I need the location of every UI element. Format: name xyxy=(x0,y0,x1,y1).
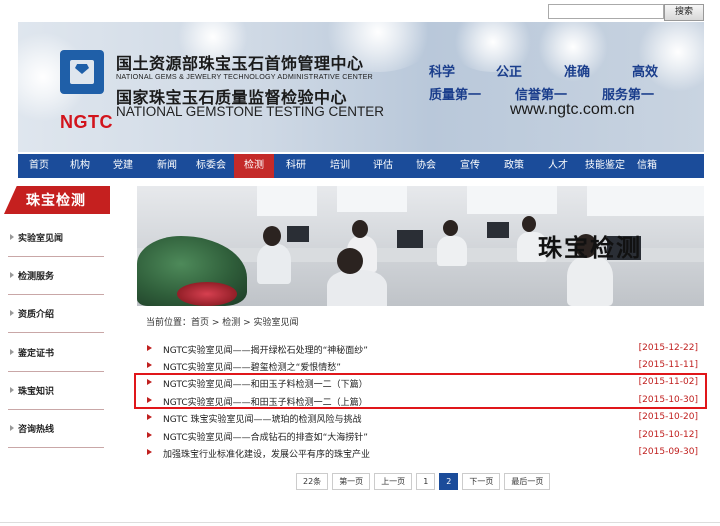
nav-item-standards[interactable]: 标委会 xyxy=(188,154,234,178)
main-nav: 首页 机构 党建 新闻 标委会 检测 科研 培训 评估 协会 宣传 政策 人才 … xyxy=(18,154,704,178)
nav-item-research[interactable]: 科研 xyxy=(274,154,318,178)
sidebar-title-text: 珠宝检测 xyxy=(26,193,86,209)
list-item[interactable]: 加强珠宝行业标准化建设，发展公平有序的珠宝产业 [2015-09-30] xyxy=(147,445,702,462)
sidebar-item-qualification[interactable]: 资质介绍 xyxy=(8,298,104,333)
nav-item-skills[interactable]: 技能鉴定 xyxy=(580,154,630,178)
sparkle-decoration xyxy=(448,22,538,72)
footer-divider xyxy=(0,522,720,523)
ngtc-logo: NGTC xyxy=(60,50,113,142)
pager-first[interactable]: 第一页 xyxy=(332,473,371,490)
nav-item-assessment[interactable]: 评估 xyxy=(362,154,404,178)
list-item[interactable]: NGTC实验室见闻——揭开绿松石处理的“神秘面纱” [2015-12-22] xyxy=(147,341,702,358)
arrow-icon xyxy=(10,425,14,431)
sidebar-item-knowledge[interactable]: 珠宝知识 xyxy=(8,375,104,410)
bullet-icon xyxy=(147,414,152,420)
slogan: 高效 xyxy=(632,65,659,80)
logo-text: NGTC xyxy=(60,112,113,132)
nav-item-association[interactable]: 协会 xyxy=(404,154,448,178)
search-button[interactable]: 搜索 xyxy=(664,4,704,21)
slogan: 准确 xyxy=(564,65,591,80)
pager-prev[interactable]: 上一页 xyxy=(374,473,413,490)
sidebar-item-certificate[interactable]: 鉴定证书 xyxy=(8,337,104,372)
bullet-icon xyxy=(147,362,152,368)
arrow-icon xyxy=(10,349,14,355)
org-title-cn: 国土资源部珠宝玉石首饰管理中心 xyxy=(116,54,364,73)
center-title-en: NATIONAL GEMSTONE TESTING CENTER xyxy=(116,104,385,119)
red-gem xyxy=(177,282,237,306)
list-item[interactable]: NGTC实验室见闻——合成钻石的排查如“大海捞针” [2015-10-12] xyxy=(147,428,702,445)
sparkle-decoration xyxy=(638,22,704,92)
slogan: 科学 xyxy=(429,65,456,80)
nav-item-training[interactable]: 培训 xyxy=(318,154,362,178)
breadcrumb: 当前位置：首页 > 检测 > 实验室见闻 xyxy=(146,318,299,328)
header-banner: NGTC 国土资源部珠宝玉石首饰管理中心 NATIONAL GEMS & JEW… xyxy=(18,22,704,152)
pager-page-1[interactable]: 1 xyxy=(416,473,436,490)
sidebar-item-testing-service[interactable]: 检测服务 xyxy=(8,260,104,295)
pager-next[interactable]: 下一页 xyxy=(462,473,501,490)
search-input[interactable] xyxy=(548,4,664,19)
pager-last[interactable]: 最后一页 xyxy=(504,473,551,490)
arrow-icon xyxy=(10,234,14,240)
nav-item-talent[interactable]: 人才 xyxy=(536,154,580,178)
nav-item-home[interactable]: 首页 xyxy=(18,154,60,178)
arrow-icon xyxy=(10,272,14,278)
pager-page-2[interactable]: 2 xyxy=(439,473,459,490)
bullet-icon xyxy=(147,345,152,351)
pager-total: 22条 xyxy=(296,473,329,490)
nav-item-policy[interactable]: 政策 xyxy=(492,154,536,178)
nav-item-org[interactable]: 机构 xyxy=(60,154,100,178)
nav-item-publicity[interactable]: 宣传 xyxy=(448,154,492,178)
arrow-icon xyxy=(10,310,14,316)
sidebar-title: 珠宝检测 xyxy=(4,186,110,214)
slogan: 质量第一 xyxy=(429,88,482,103)
nav-item-party[interactable]: 党建 xyxy=(100,154,146,178)
arrow-icon xyxy=(10,387,14,393)
photo-overlay-text: 珠宝检测 xyxy=(538,233,642,262)
bullet-icon xyxy=(147,432,152,438)
slogan: 公正 xyxy=(496,65,523,80)
list-item[interactable]: NGTC 珠宝实验室见闻——琥珀的检测风险与挑战 [2015-10-20] xyxy=(147,410,702,427)
bullet-icon xyxy=(147,449,152,455)
sidebar-item-hotline[interactable]: 咨询热线 xyxy=(8,413,104,448)
nav-item-mailbox[interactable]: 信箱 xyxy=(630,154,664,178)
nav-item-news[interactable]: 新闻 xyxy=(146,154,188,178)
website-url: www.ngtc.com.cn xyxy=(510,101,635,118)
org-title-en: NATIONAL GEMS & JEWELRY TECHNOLOGY ADMIN… xyxy=(116,72,373,81)
nav-item-testing[interactable]: 检测 xyxy=(234,154,274,178)
highlight-box xyxy=(134,373,707,409)
sidebar-item-lab-news[interactable]: 实验室见闻 xyxy=(8,222,104,257)
pagination: 22条 第一页 上一页 1 2 下一页 最后一页 xyxy=(296,473,554,490)
